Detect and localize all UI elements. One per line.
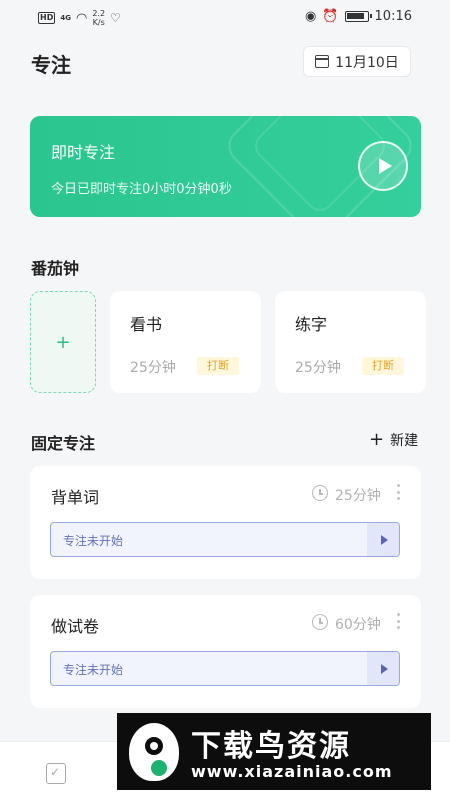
add-tomato-button[interactable]: +	[30, 291, 96, 393]
network-speed: 2.2 K/s	[92, 9, 105, 27]
tomato-section-title: 番茄钟	[31, 259, 80, 278]
instant-focus-banner[interactable]: 即时专注 今日已即时专注0小时0分钟0秒	[30, 116, 421, 217]
bird-logo-icon	[129, 723, 179, 781]
calendar-icon	[315, 55, 330, 68]
fixed-card-title: 做试卷	[51, 617, 100, 636]
new-fixed-focus-button[interactable]: + 新建	[369, 430, 418, 450]
more-icon[interactable]	[396, 484, 400, 500]
watermark: 下载鸟资源 www.xiazainiao.com	[117, 713, 431, 790]
focus-status-bar[interactable]: 专注未开始	[50, 522, 400, 557]
tomato-card-title: 看书	[130, 315, 163, 334]
plus-icon: +	[55, 331, 71, 353]
tomato-card[interactable]: 练字 25分钟 打断	[275, 291, 426, 393]
new-label: 新建	[390, 433, 419, 449]
banner-title: 即时专注	[51, 143, 116, 162]
more-icon[interactable]	[396, 613, 400, 629]
instant-focus-play-button[interactable]	[358, 141, 408, 191]
focus-status-bar[interactable]: 专注未开始	[50, 651, 400, 686]
watermark-url: www.xiazainiao.com	[191, 762, 393, 781]
page-title: 专注	[31, 53, 71, 77]
focus-status-label: 专注未开始	[63, 534, 124, 548]
eye-icon: ◉	[305, 9, 317, 24]
play-icon	[378, 158, 392, 174]
battery-icon	[344, 11, 372, 22]
fixed-focus-card[interactable]: 做试卷 60分钟 专注未开始	[30, 595, 421, 708]
play-icon	[380, 534, 388, 545]
speed-value: 2.2	[92, 9, 106, 18]
watermark-title: 下载鸟资源	[191, 729, 351, 764]
signal-icon: 4G	[60, 14, 71, 22]
hd-icon: HD	[38, 12, 56, 24]
fixed-section-title: 固定专注	[31, 434, 96, 453]
date-picker-button[interactable]: 11月10日	[303, 46, 411, 77]
checklist-icon[interactable]	[46, 763, 66, 784]
interrupt-badge: 打断	[197, 357, 239, 375]
interrupt-badge: 打断	[362, 357, 404, 375]
fixed-focus-card[interactable]: 背单词 25分钟 专注未开始	[30, 466, 421, 579]
wifi-icon: ◠	[75, 10, 88, 26]
tomato-card[interactable]: 看书 25分钟 打断	[110, 291, 261, 393]
focus-status-label: 专注未开始	[63, 663, 124, 677]
status-left: HD 4G ◠ 2.2 K/s ♡	[38, 9, 121, 27]
date-label: 11月10日	[335, 54, 399, 71]
play-icon	[380, 663, 388, 674]
tomato-card-duration: 25分钟	[130, 360, 176, 376]
start-focus-button[interactable]	[367, 523, 399, 556]
speed-unit: K/s	[92, 18, 105, 27]
clock-icon	[312, 485, 328, 501]
fixed-card-title: 背单词	[51, 488, 100, 507]
clock-icon	[312, 614, 328, 630]
banner-subtitle: 今日已即时专注0小时0分钟0秒	[51, 182, 232, 197]
fixed-card-duration: 25分钟	[335, 488, 381, 504]
start-focus-button[interactable]	[367, 652, 399, 685]
alarm-icon: ⏰	[322, 9, 339, 24]
heart-icon: ♡	[110, 11, 121, 25]
tomato-card-duration: 25分钟	[295, 360, 341, 376]
clock-time: 10:16	[374, 9, 412, 24]
tomato-card-title: 练字	[295, 315, 328, 334]
status-bar: HD 4G ◠ 2.2 K/s ♡ ◉ ⏰ 10:16	[0, 0, 450, 34]
fixed-card-duration: 60分钟	[335, 617, 381, 633]
plus-icon: +	[369, 429, 385, 450]
status-right: ◉ ⏰ 10:16	[305, 9, 412, 24]
